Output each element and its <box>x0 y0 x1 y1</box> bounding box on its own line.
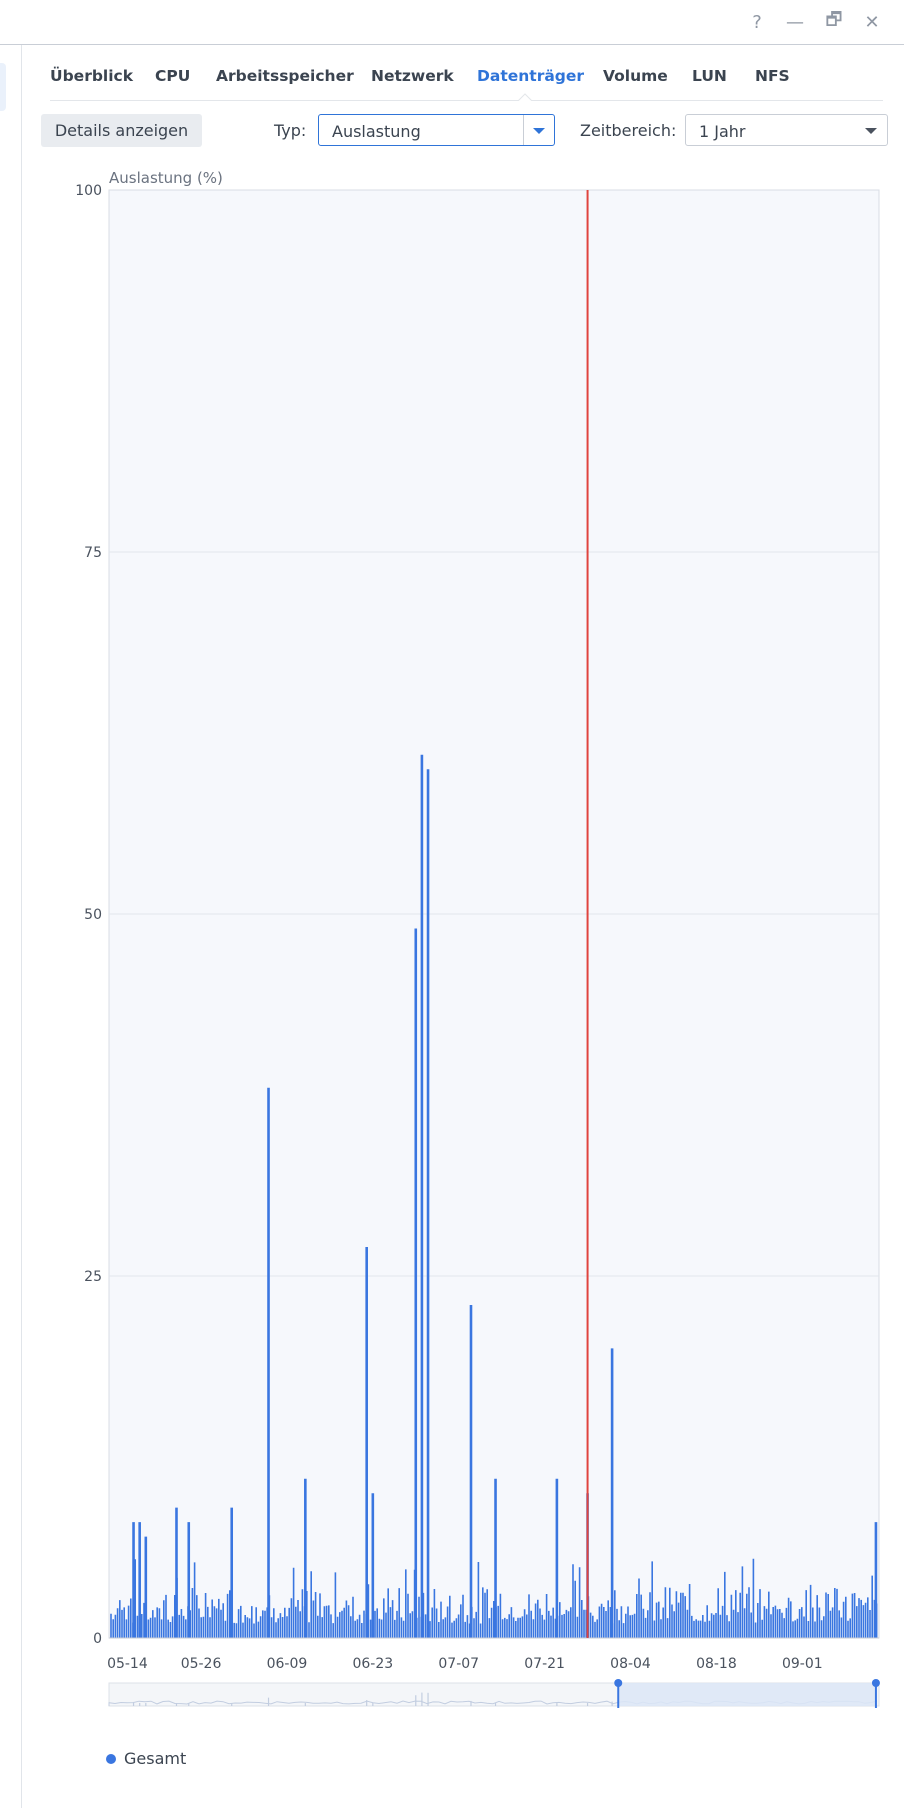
y-tick-label: 0 <box>93 1631 102 1647</box>
x-tick-label: 06-09 <box>267 1656 308 1672</box>
type-label: Typ: <box>274 121 307 140</box>
close-icon[interactable]: ✕ <box>860 10 884 34</box>
tab-volume[interactable]: Volume <box>603 67 668 85</box>
type-select[interactable]: Auslastung <box>318 114 555 146</box>
navigator-selection <box>618 1683 876 1706</box>
legend-marker <box>106 1753 116 1764</box>
minimize-icon[interactable]: — <box>783 10 807 34</box>
chart-legend[interactable]: Gesamt <box>106 1749 186 1768</box>
tab-cpu[interactable]: CPU <box>155 67 190 85</box>
x-tick-label: 05-26 <box>181 1656 222 1672</box>
utilization-chart[interactable]: 0 25 50 75 100 Auslastung (%) 05-14 05-26 06-09 0… <box>0 160 904 1740</box>
tab-nfs[interactable]: NFS <box>755 67 790 85</box>
x-tick-label: 08-18 <box>696 1656 737 1672</box>
chevron-down-icon[interactable] <box>865 128 877 134</box>
details-button[interactable]: Details anzeigen <box>41 114 202 147</box>
tab-overview[interactable]: Überblick <box>50 67 133 85</box>
tab-lun[interactable]: LUN <box>692 67 727 85</box>
tab-memory[interactable]: Arbeitsspeicher <box>216 67 354 85</box>
navigator-handle-knob <box>614 1679 623 1687</box>
range-select-value: 1 Jahr <box>699 122 746 141</box>
sidebar-selected-indicator[interactable] <box>0 63 6 111</box>
tab-bar: Überblick CPU Arbeitsspeicher Netzwerk D… <box>50 45 883 101</box>
chevron-down-icon[interactable] <box>533 128 545 134</box>
window-titlebar: ? — 🗗 ✕ <box>0 0 904 45</box>
legend-label: Gesamt <box>124 1749 187 1768</box>
y-tick-label: 50 <box>84 907 102 923</box>
help-icon[interactable]: ? <box>745 10 769 34</box>
y-tick-label: 25 <box>84 1269 102 1285</box>
type-select-divider <box>523 115 524 145</box>
restore-icon[interactable]: 🗗 <box>822 9 846 34</box>
y-axis-title: Auslastung (%) <box>109 169 223 187</box>
x-tick-label: 08-04 <box>610 1656 651 1672</box>
x-tick-label: 06-23 <box>352 1656 393 1672</box>
range-label: Zeitbereich: <box>580 121 677 140</box>
active-tab-caret <box>518 93 532 101</box>
tab-disks[interactable]: Datenträger <box>477 67 584 85</box>
x-tick-label: 07-07 <box>438 1656 479 1672</box>
tab-network[interactable]: Netzwerk <box>371 67 454 85</box>
navigator-handle-knob <box>871 1679 880 1687</box>
x-tick-label: 09-01 <box>782 1656 823 1672</box>
y-tick-label: 75 <box>84 545 102 561</box>
x-tick-label: 05-14 <box>107 1656 148 1672</box>
type-select-value: Auslastung <box>332 122 421 141</box>
x-tick-label: 07-21 <box>524 1656 565 1672</box>
range-select[interactable]: 1 Jahr <box>685 114 888 146</box>
y-tick-label: 100 <box>75 183 102 199</box>
